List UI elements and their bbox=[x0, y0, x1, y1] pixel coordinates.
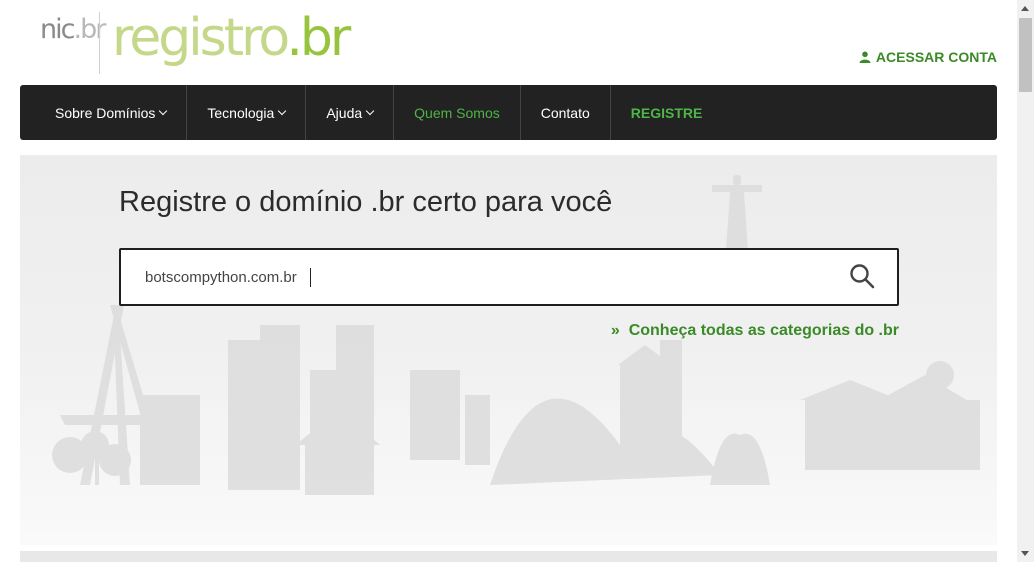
logo-registro-text: registro bbox=[112, 8, 289, 68]
hero-section: Registre o domínio .br certo para você »… bbox=[20, 155, 997, 545]
nav-label: Ajuda bbox=[326, 104, 363, 121]
scrollbar-thumb[interactable] bbox=[1019, 18, 1032, 92]
nav-label: Tecnologia bbox=[207, 104, 275, 121]
account-label: ACESSAR CONTA bbox=[875, 49, 997, 65]
next-section-edge bbox=[20, 551, 997, 562]
nav-tecnologia[interactable]: Tecnologia bbox=[187, 85, 307, 140]
scroll-up-arrow-icon[interactable] bbox=[1021, 6, 1029, 11]
search-icon[interactable] bbox=[849, 263, 875, 289]
domain-search-input[interactable] bbox=[145, 266, 825, 288]
registro-br-logo[interactable]: registro.br bbox=[112, 2, 351, 74]
nav-sobre-dominios[interactable]: Sobre Domínios bbox=[20, 85, 188, 140]
nav-contato[interactable]: Contato bbox=[521, 85, 611, 140]
nav-ajuda[interactable]: Ajuda bbox=[306, 85, 395, 140]
user-icon bbox=[859, 51, 871, 63]
page-scrollbar[interactable] bbox=[1017, 0, 1034, 562]
chevron-down-icon bbox=[159, 106, 168, 115]
chevron-down-icon bbox=[278, 106, 287, 115]
logo-divider bbox=[99, 12, 100, 74]
domain-search-box bbox=[119, 248, 899, 306]
categories-link-label: Conheça todas as categorias do .br bbox=[628, 322, 899, 339]
nav-label: Sobre Domínios bbox=[55, 104, 156, 121]
double-chevron-icon: » bbox=[610, 322, 620, 339]
chevron-down-icon bbox=[365, 106, 375, 115]
account-link[interactable]: ACESSAR CONTA bbox=[859, 49, 997, 65]
text-cursor bbox=[310, 268, 311, 287]
nic-br-logo[interactable]: nic.br bbox=[40, 14, 106, 45]
categories-link[interactable]: » Conheça todas as categorias do .br bbox=[611, 322, 899, 340]
logo-registro-dot: . bbox=[286, 8, 302, 68]
nav-label: REGISTRE bbox=[630, 104, 703, 121]
nav-registre[interactable]: REGISTRE bbox=[611, 85, 723, 140]
scroll-down-arrow-icon[interactable] bbox=[1021, 551, 1029, 556]
logo-nic-text: nic bbox=[40, 14, 75, 45]
nav-label: Quem Somos bbox=[414, 104, 500, 121]
main-nav: Sobre Domínios Tecnologia Ajuda Quem Som… bbox=[20, 85, 997, 140]
hero-title: Registre o domínio .br certo para você bbox=[119, 186, 613, 218]
nav-label: Contato bbox=[540, 104, 590, 121]
page: nic.br registro.br ACESSAR CONTA Sobre D… bbox=[0, 0, 1017, 562]
logo-registro-br: br bbox=[299, 8, 351, 68]
nav-quem-somos[interactable]: Quem Somos bbox=[394, 85, 521, 140]
logo-nic-br: br bbox=[80, 14, 106, 45]
